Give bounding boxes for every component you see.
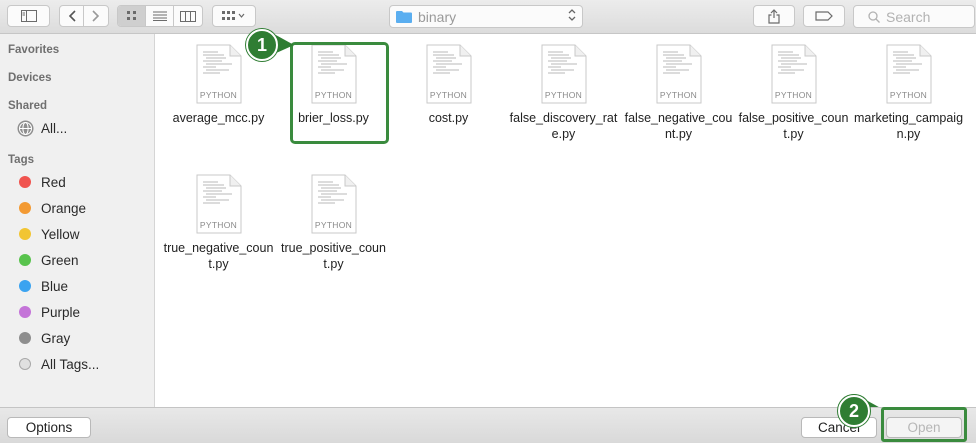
sidebar-item-shared-all[interactable]: All... bbox=[17, 118, 67, 138]
share-button[interactable] bbox=[753, 5, 795, 27]
file-name: false_positive_count.py bbox=[738, 111, 849, 141]
file-kind-label: PYTHON bbox=[889, 90, 928, 100]
annotation-badge-2-front: 2 bbox=[838, 395, 870, 427]
sidebar-item-label: Orange bbox=[41, 200, 87, 216]
sidebar-icon bbox=[20, 10, 37, 22]
list-view-button[interactable] bbox=[146, 6, 174, 26]
toolbar: binary Search bbox=[0, 0, 976, 34]
location-popup[interactable]: binary bbox=[389, 5, 583, 28]
sidebar-item-label: Red bbox=[41, 174, 66, 190]
folder-icon bbox=[396, 11, 412, 23]
sidebar-toggle-button[interactable] bbox=[7, 5, 50, 27]
file-item[interactable]: PYTHON true_negative_count.py bbox=[161, 174, 276, 272]
sidebar-item-label: Yellow bbox=[41, 226, 80, 242]
python-file-icon: PYTHON bbox=[656, 44, 702, 104]
location-label: binary bbox=[418, 8, 457, 25]
share-icon bbox=[768, 8, 780, 24]
sidebar-item-label: All... bbox=[41, 120, 68, 136]
python-file-icon: PYTHON bbox=[771, 44, 817, 104]
file-kind-label: PYTHON bbox=[199, 220, 238, 230]
tag-color-dot bbox=[19, 228, 31, 240]
file-item[interactable]: PYTHON false_positive_count.py bbox=[736, 44, 851, 142]
chevron-left-icon bbox=[68, 10, 76, 22]
tags-header: Tags bbox=[8, 154, 34, 166]
file-item[interactable]: PYTHON true_positive_count.py bbox=[276, 174, 391, 272]
file-kind-label: PYTHON bbox=[544, 90, 583, 100]
file-kind-label: PYTHON bbox=[429, 90, 468, 100]
file-name: false_negative_count.py bbox=[624, 111, 733, 141]
shared-header: Shared bbox=[8, 100, 47, 112]
tag-icon bbox=[815, 11, 833, 21]
sidebar-tag-purple[interactable]: Purple bbox=[19, 302, 80, 322]
python-file-icon: PYTHON bbox=[196, 44, 242, 104]
sidebar-tag-red[interactable]: Red bbox=[19, 172, 66, 192]
options-button[interactable]: Options bbox=[7, 417, 91, 438]
sidebar-tag-yellow[interactable]: Yellow bbox=[19, 224, 80, 244]
devices-header: Devices bbox=[8, 72, 52, 84]
file-browser: PYTHON average_mcc.py PYTHON brier_loss.py P… bbox=[155, 34, 976, 407]
favorites-header: Favorites bbox=[8, 44, 60, 56]
sidebar-tag-orange[interactable]: Orange bbox=[19, 198, 86, 218]
tag-color-dot bbox=[19, 332, 31, 344]
file-item[interactable]: PYTHON false_discovery_rate.py bbox=[506, 44, 621, 142]
file-name: marketing_campaign.py bbox=[853, 111, 964, 141]
all-tags-icon bbox=[19, 358, 31, 370]
python-file-icon: PYTHON bbox=[311, 174, 357, 234]
file-kind-label: PYTHON bbox=[774, 90, 813, 100]
file-kind-label: PYTHON bbox=[199, 90, 238, 100]
file-name: false_discovery_rate.py bbox=[509, 111, 618, 141]
python-file-icon: PYTHON bbox=[886, 44, 932, 104]
tag-color-dot bbox=[19, 280, 31, 292]
column-view-button[interactable] bbox=[174, 6, 202, 26]
file-item[interactable]: PYTHON cost.py bbox=[391, 44, 506, 126]
file-item[interactable]: PYTHON marketing_campaign.py bbox=[851, 44, 966, 142]
updown-arrows-icon bbox=[568, 8, 576, 23]
tag-color-dot bbox=[19, 306, 31, 318]
sidebar-tag-green[interactable]: Green bbox=[19, 250, 79, 270]
file-name: average_mcc.py bbox=[172, 111, 265, 125]
arrange-menu-button[interactable] bbox=[212, 5, 256, 27]
python-file-icon: PYTHON bbox=[541, 44, 587, 104]
tag-color-dot bbox=[19, 202, 31, 214]
file-kind-label: PYTHON bbox=[659, 90, 698, 100]
python-file-icon: PYTHON bbox=[196, 174, 242, 234]
open-button-highlight-box bbox=[881, 407, 967, 442]
file-name: cost.py bbox=[428, 111, 469, 125]
tag-color-dot bbox=[19, 176, 31, 188]
chevron-right-icon bbox=[92, 10, 100, 22]
sidebar-item-label: All Tags... bbox=[41, 356, 100, 372]
sidebar-all-tags[interactable]: All Tags... bbox=[19, 354, 99, 374]
file-item[interactable]: PYTHON false_negative_count.py bbox=[621, 44, 736, 142]
icon-view-button[interactable] bbox=[118, 6, 146, 26]
annotation-badge-1: 1 bbox=[246, 29, 278, 61]
search-icon bbox=[868, 10, 880, 23]
forward-button[interactable] bbox=[84, 6, 108, 26]
file-kind-label: PYTHON bbox=[314, 220, 353, 230]
sidebar-tag-gray[interactable]: Gray bbox=[19, 328, 70, 348]
sidebar-item-label: Blue bbox=[41, 278, 69, 294]
sidebar-item-label: Purple bbox=[41, 304, 81, 320]
tag-button[interactable] bbox=[803, 5, 845, 27]
back-button[interactable] bbox=[60, 6, 84, 26]
dialog-bottom-bar: Options Cancel Open bbox=[0, 407, 976, 443]
python-file-icon: PYTHON bbox=[426, 44, 472, 104]
sidebar-item-label: Gray bbox=[41, 330, 71, 346]
sidebar-item-label: Green bbox=[41, 252, 79, 268]
list-icon bbox=[152, 11, 167, 21]
file-name: true_positive_count.py bbox=[281, 241, 386, 271]
sidebar-tag-blue[interactable]: Blue bbox=[19, 276, 68, 296]
sidebar: Favorites Devices Shared All... Tags Red… bbox=[0, 34, 155, 407]
arrange-grid-icon bbox=[222, 11, 245, 20]
network-icon bbox=[17, 120, 34, 136]
history-nav bbox=[59, 5, 109, 27]
grid-icon bbox=[126, 11, 136, 20]
search-placeholder: Search bbox=[886, 8, 931, 25]
selection-highlight-box bbox=[290, 42, 389, 144]
tag-color-dot bbox=[19, 254, 31, 266]
columns-icon bbox=[180, 10, 196, 22]
search-field[interactable]: Search bbox=[853, 5, 975, 28]
view-mode-segment bbox=[117, 5, 203, 27]
file-name: true_negative_count.py bbox=[163, 241, 274, 271]
